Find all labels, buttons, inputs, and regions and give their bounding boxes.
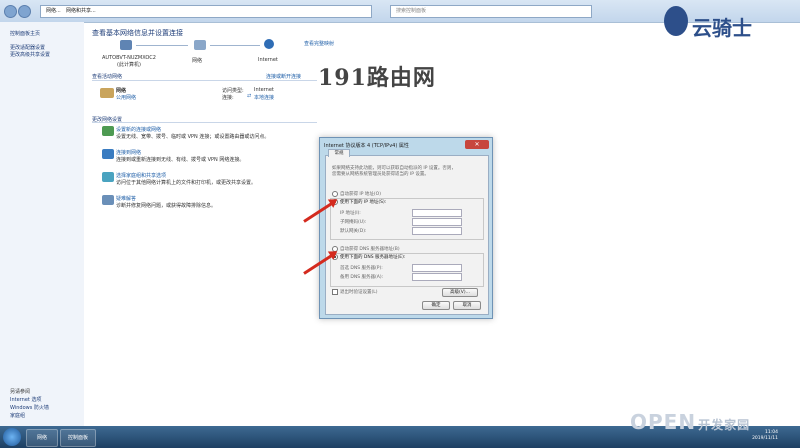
network-name: 网络 [116,88,127,94]
task-new-connection-desc: 设置无线、宽带、拨号、临时或 VPN 连接；或设置路由器或访问点。 [116,134,270,140]
subnet-mask-label: 子网掩码(U): [340,220,367,225]
task-troubleshoot-link[interactable]: 疑难解答 [116,195,136,202]
breadcrumb-2[interactable]: 网络和共享... [66,7,96,14]
cancel-button[interactable]: 取消 [453,301,481,310]
new-connection-icon [102,126,114,136]
task-new-connection-link[interactable]: 设置新的连接或网络 [116,126,161,133]
ip-address-label: IP 地址(I): [340,211,361,216]
gateway-label: 默认网关(D): [340,229,367,234]
see-also-title: 另请参阅 [10,389,31,395]
tab-general[interactable]: 常规 [328,149,350,157]
divider [92,122,317,123]
dialog-title: Internet 协议版本 4 (TCP/IPv4) 属性 [324,143,409,149]
network-type-link[interactable]: 公用网络 [116,94,136,101]
taskbar-network[interactable]: 网络 [26,429,58,447]
task-troubleshoot-desc: 诊断并修复网络问题，或获得故障排除信息。 [116,203,217,209]
connect-disconnect-link[interactable]: 连接或断开连接 [266,73,301,80]
task-homegroup-link[interactable]: 选择家庭组和共享选项 [116,172,166,179]
control-panel-home-link[interactable]: 控制面板主页 [10,30,40,37]
knight-icon [664,6,688,36]
back-button[interactable] [4,5,17,18]
auto-dns-label: 自动获得 DNS 服务器地址(B) [340,247,400,252]
local-connection-link[interactable]: 本地连接 [254,94,274,101]
ok-button[interactable]: 确定 [422,301,450,310]
homegroup-link[interactable]: 家庭组 [10,412,25,419]
auto-ip-label: 自动获得 IP 地址(O) [340,192,381,197]
forward-button[interactable] [18,5,31,18]
subnet-mask-input[interactable] [412,218,462,226]
open-watermark-text: OPEN [630,410,697,434]
view-full-map-link[interactable]: 查看完整映射 [304,40,334,47]
computer-icon [120,40,132,50]
connect-network-icon [102,149,114,159]
advanced-button[interactable]: 高级(V)... [442,288,478,297]
task-homegroup-desc: 访问位于其他网络计算机上的文件和打印机，或更改共享设置。 [116,180,257,186]
ethernet-icon: ⇄ [247,93,252,99]
system-clock[interactable]: 11:04 2019/11/11 [752,430,778,442]
map-link-line [210,45,260,46]
task-connect-network-desc: 连接到或重新连接到无线、有线、拨号或 VPN 网络连接。 [116,157,245,163]
gateway-input[interactable] [412,227,462,235]
public-network-icon [100,88,114,98]
close-button[interactable]: ✕ [465,140,489,149]
site-watermark: 191路由网 [318,65,436,91]
left-pane: 控制面板主页 更改适配器设置 更改高级共享设置 另请参阅 Internet 选项… [0,22,84,426]
alternate-dns-label: 备用 DNS 服务器(A): [340,275,384,280]
globe-icon [264,39,274,49]
page-title: 查看基本网络信息并设置连接 [92,29,183,37]
connections-label: 连接: [222,95,234,101]
manual-ip-label: 使用下面的 IP 地址(S): [340,200,387,205]
open-watermark: OPEN 开发家园 [630,410,750,434]
change-advanced-sharing-link[interactable]: 更改高级共享设置 [10,51,50,58]
troubleshoot-icon [102,195,114,205]
internet-node-label: Internet [258,57,278,63]
network-node-label: 网络 [192,58,203,64]
access-type-label: 访问类型: [222,88,244,94]
open-watermark-sub: 开发家园 [698,418,751,432]
search-placeholder: 搜索控制面板 [396,8,427,14]
dialog-intro: 如果网络支持此功能，则可以获取自动指派的 IP 设置。否则， 您需要从网络系统管… [332,166,456,177]
ip-address-input[interactable] [412,209,462,217]
breadcrumb-1[interactable]: 网络... [46,7,61,14]
map-link-line [136,45,188,46]
validate-label: 退出时验证设置(L) [340,290,378,295]
change-adapter-settings-link[interactable]: 更改适配器设置 [10,44,45,51]
access-type-value: Internet [254,87,274,93]
internet-options-link[interactable]: Internet 选项 [10,396,41,403]
alternate-dns-input[interactable] [412,273,462,281]
validate-checkbox[interactable] [332,289,338,295]
ipv4-properties-dialog: Internet 协议版本 4 (TCP/IPv4) 属性 ✕ 常规 如果网络支… [319,137,493,319]
preferred-dns-input[interactable] [412,264,462,272]
dialog-body: 常规 如果网络支持此功能，则可以获取自动指派的 IP 设置。否则， 您需要从网络… [325,149,489,315]
this-computer-label: AUTOBVT-NUZMXOC2 (此计算机) [102,55,156,68]
start-button[interactable] [3,428,21,446]
homegroup-icon [102,172,114,182]
yunqishi-brand-name: 云骑士 [692,16,752,40]
windows-firewall-link[interactable]: Windows 防火墙 [10,404,49,411]
taskbar-control-panel[interactable]: 控制面板 [60,429,96,447]
task-connect-network-link[interactable]: 连接到网络 [116,149,141,156]
active-networks-title: 查看活动网络 [92,74,123,80]
preferred-dns-label: 首选 DNS 服务器(P): [340,266,383,271]
manual-dns-label: 使用下面的 DNS 服务器地址(E): [340,255,406,260]
clock-date: 2019/11/11 [752,436,778,441]
network-icon [194,40,206,50]
divider [92,80,317,81]
